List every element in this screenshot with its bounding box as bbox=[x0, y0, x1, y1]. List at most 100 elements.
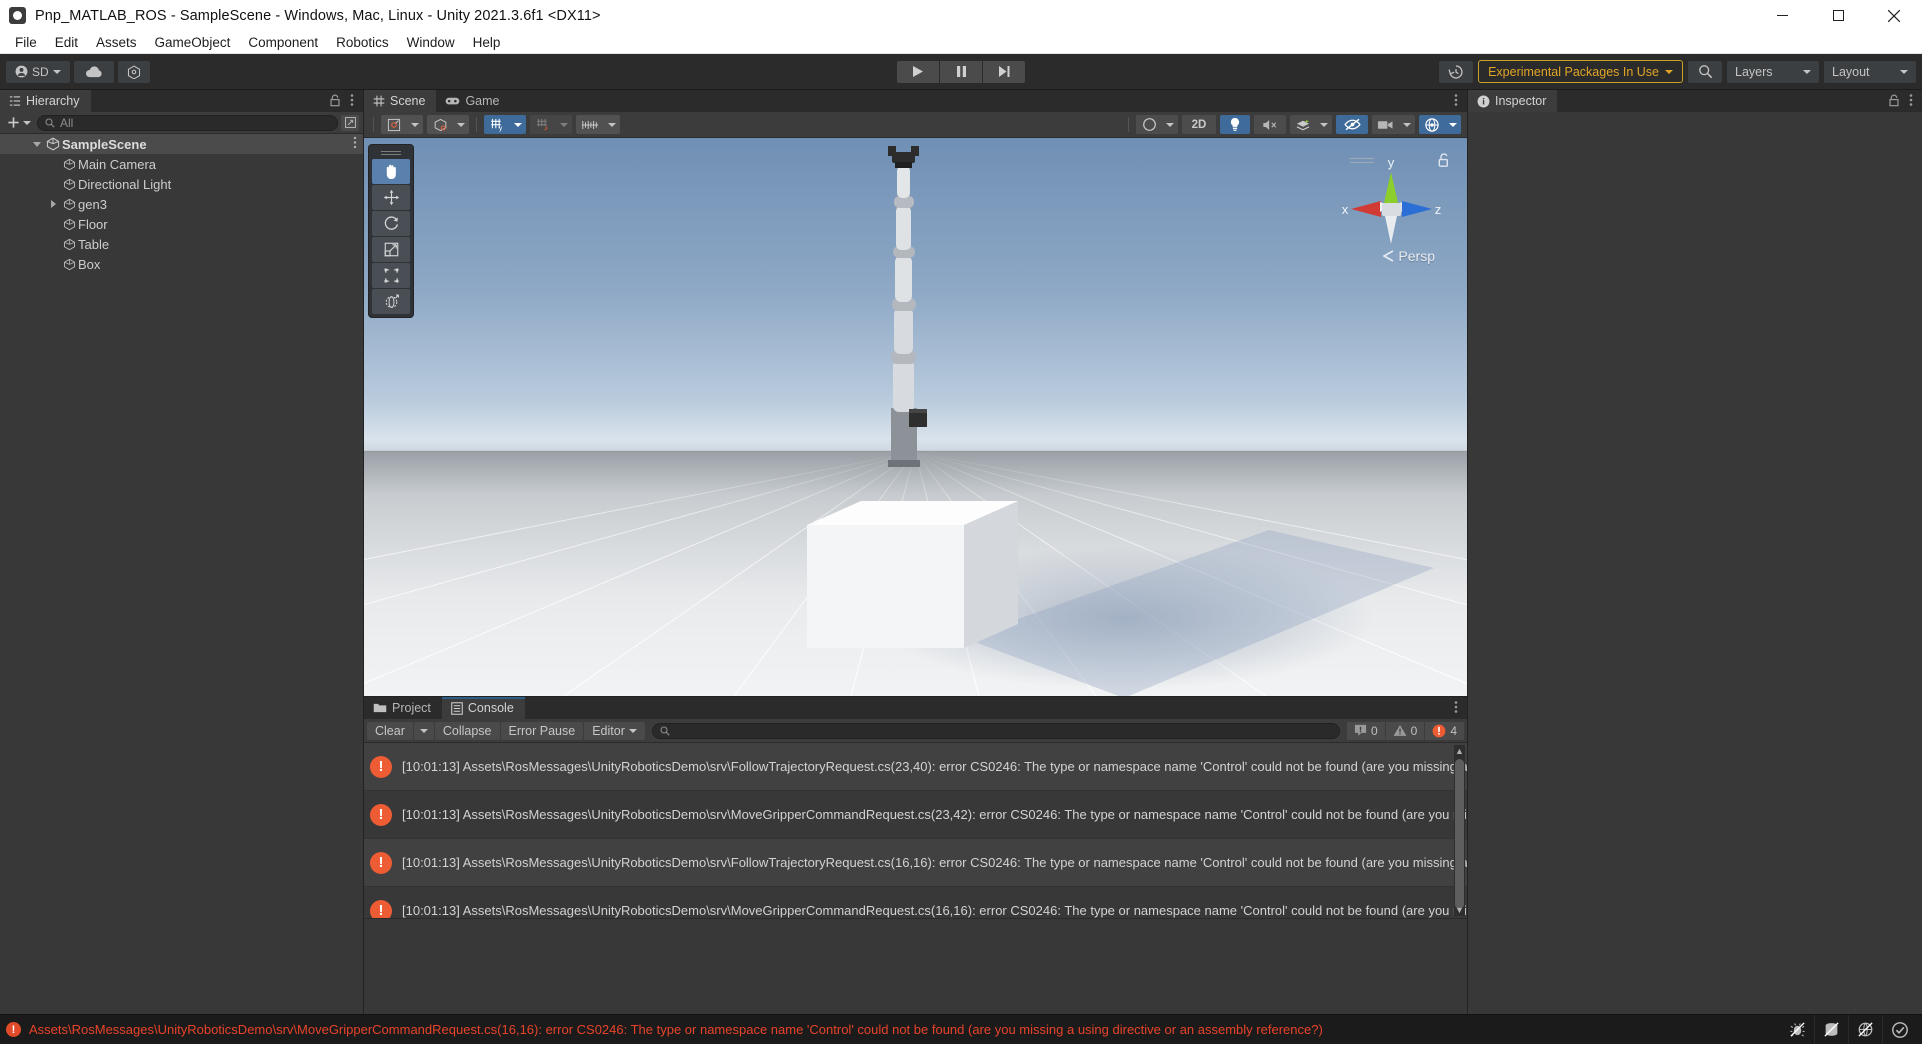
search-button[interactable] bbox=[1688, 61, 1722, 83]
cache-server-off-icon[interactable] bbox=[1814, 1015, 1848, 1044]
hierarchy-filter-button[interactable] bbox=[341, 115, 359, 131]
move-tool-button[interactable] bbox=[372, 185, 410, 210]
warning-count-chip[interactable]: 0 bbox=[1386, 722, 1425, 740]
scale-tool-button[interactable] bbox=[372, 237, 410, 262]
kebab-menu-icon[interactable] bbox=[350, 93, 354, 112]
rotation-button[interactable] bbox=[427, 115, 453, 134]
add-gameobject-button[interactable] bbox=[4, 116, 34, 129]
pivot-button[interactable] bbox=[381, 115, 407, 134]
grid-size-dropdown[interactable] bbox=[604, 115, 620, 134]
rotate-tool-button[interactable] bbox=[372, 211, 410, 236]
hierarchy-search-input[interactable]: All bbox=[37, 115, 338, 131]
shading-mode-dropdown[interactable] bbox=[1162, 115, 1178, 134]
tab-inspector[interactable]: Inspector bbox=[1468, 90, 1557, 112]
shading-mode-button[interactable] bbox=[1136, 115, 1162, 134]
minimize-icon[interactable] bbox=[1754, 0, 1810, 31]
account-button[interactable]: SD bbox=[6, 61, 70, 83]
scroll-up-icon[interactable]: ▲ bbox=[1454, 745, 1465, 757]
rotation-dropdown[interactable] bbox=[453, 115, 469, 134]
clear-dropdown[interactable] bbox=[414, 722, 434, 740]
hierarchy-item-table[interactable]: Table bbox=[0, 234, 363, 254]
snap-increment-dropdown[interactable] bbox=[556, 115, 572, 134]
play-button[interactable] bbox=[897, 61, 939, 83]
collab-off-icon[interactable] bbox=[1848, 1015, 1882, 1044]
hierarchy-item-directional-light[interactable]: Directional Light bbox=[0, 174, 363, 194]
pause-button[interactable] bbox=[940, 61, 982, 83]
error-count-chip[interactable]: 4 bbox=[1425, 722, 1464, 740]
grid-snapping-button[interactable]: y bbox=[484, 115, 510, 134]
effects-button[interactable] bbox=[1290, 115, 1316, 134]
hierarchy-item-box[interactable]: Box bbox=[0, 254, 363, 274]
hand-tool-button[interactable] bbox=[372, 159, 410, 184]
tab-hierarchy[interactable]: Hierarchy bbox=[0, 90, 91, 112]
palette-drag-handle[interactable] bbox=[372, 148, 410, 158]
scrollbar-thumb[interactable] bbox=[1455, 759, 1464, 909]
close-icon[interactable] bbox=[1866, 0, 1922, 31]
info-count-chip[interactable]: 0 bbox=[1347, 722, 1385, 740]
lock-icon[interactable] bbox=[329, 94, 341, 112]
hidden-objects-toggle[interactable] bbox=[1336, 115, 1368, 134]
hierarchy-item-samplescene[interactable]: SampleScene bbox=[0, 134, 363, 154]
cloud-button[interactable] bbox=[74, 61, 114, 83]
step-button[interactable] bbox=[983, 61, 1025, 83]
lighting-toggle[interactable] bbox=[1220, 115, 1250, 134]
console-message-row[interactable]: ! [10:01:13] Assets\RosMessages\UnityRob… bbox=[364, 743, 1467, 791]
undo-history-button[interactable] bbox=[1439, 61, 1473, 83]
effects-dropdown[interactable] bbox=[1316, 115, 1332, 134]
clear-button[interactable]: Clear bbox=[367, 722, 413, 740]
lock-icon[interactable] bbox=[1888, 94, 1900, 112]
error-pause-button[interactable]: Error Pause bbox=[501, 722, 584, 740]
grid-size-button[interactable] bbox=[576, 115, 604, 134]
layers-dropdown[interactable]: Layers bbox=[1727, 61, 1819, 83]
scene-camera-button[interactable] bbox=[1372, 115, 1399, 134]
check-circle-icon[interactable] bbox=[1882, 1015, 1916, 1044]
gizmos-dropdown[interactable] bbox=[1445, 115, 1461, 134]
mode-2d-button[interactable]: 2D bbox=[1182, 115, 1216, 134]
editor-dropdown[interactable]: Editor bbox=[584, 722, 645, 740]
console-message-row[interactable]: ! [10:01:13] Assets\RosMessages\UnityRob… bbox=[364, 791, 1467, 839]
maximize-icon[interactable] bbox=[1810, 0, 1866, 31]
console-message-row[interactable]: ! [10:01:13] Assets\RosMessages\UnityRob… bbox=[364, 887, 1467, 918]
collapse-button[interactable]: Collapse bbox=[435, 722, 500, 740]
services-button[interactable] bbox=[118, 61, 150, 83]
kebab-menu-icon[interactable] bbox=[1454, 93, 1458, 112]
transform-tool-button[interactable] bbox=[372, 289, 410, 314]
tab-console[interactable]: Console bbox=[442, 697, 525, 719]
twisty-down-icon[interactable] bbox=[30, 142, 44, 147]
kebab-menu-icon[interactable] bbox=[353, 136, 357, 152]
menu-help[interactable]: Help bbox=[464, 32, 510, 53]
tab-scene[interactable]: Scene bbox=[364, 90, 436, 112]
rect-tool-button[interactable] bbox=[372, 263, 410, 288]
menu-window[interactable]: Window bbox=[398, 32, 464, 53]
kebab-menu-icon[interactable] bbox=[1909, 93, 1913, 112]
scene-viewport[interactable]: y x z Persp bbox=[364, 138, 1467, 696]
console-scrollbar[interactable]: ▲ ▼ bbox=[1454, 745, 1465, 916]
grid-snapping-dropdown[interactable] bbox=[510, 115, 526, 134]
hierarchy-item-gen3[interactable]: gen3 bbox=[0, 194, 363, 214]
menu-file[interactable]: File bbox=[6, 32, 46, 53]
menu-assets[interactable]: Assets bbox=[87, 32, 146, 53]
perspective-label[interactable]: Persp bbox=[1382, 248, 1435, 264]
scroll-down-icon[interactable]: ▼ bbox=[1454, 904, 1465, 916]
snap-increment-button[interactable] bbox=[530, 115, 556, 134]
hierarchy-item-floor[interactable]: Floor bbox=[0, 214, 363, 234]
tab-project[interactable]: Project bbox=[364, 697, 442, 719]
pivot-dropdown[interactable] bbox=[407, 115, 423, 134]
console-search-input[interactable] bbox=[652, 723, 1340, 739]
layout-dropdown[interactable]: Layout bbox=[1824, 61, 1916, 83]
audio-toggle[interactable] bbox=[1254, 115, 1286, 134]
twisty-right-icon[interactable] bbox=[46, 200, 60, 208]
console-message-list[interactable]: ! [10:01:13] Assets\RosMessages\UnityRob… bbox=[364, 743, 1467, 918]
menu-robotics[interactable]: Robotics bbox=[327, 32, 398, 53]
status-message[interactable]: Assets\RosMessages\UnityRoboticsDemo\srv… bbox=[29, 1022, 1323, 1037]
gizmos-toggle[interactable] bbox=[1419, 115, 1445, 134]
menu-edit[interactable]: Edit bbox=[46, 32, 87, 53]
menu-gameobject[interactable]: GameObject bbox=[146, 32, 240, 53]
debug-off-icon[interactable] bbox=[1780, 1015, 1814, 1044]
scene-camera-dropdown[interactable] bbox=[1399, 115, 1415, 134]
tab-game[interactable]: Game bbox=[436, 90, 510, 112]
kebab-menu-icon[interactable] bbox=[1454, 700, 1458, 719]
hierarchy-item-main-camera[interactable]: Main Camera bbox=[0, 154, 363, 174]
experimental-packages-badge[interactable]: Experimental Packages In Use bbox=[1478, 60, 1683, 83]
menu-component[interactable]: Component bbox=[239, 32, 327, 53]
